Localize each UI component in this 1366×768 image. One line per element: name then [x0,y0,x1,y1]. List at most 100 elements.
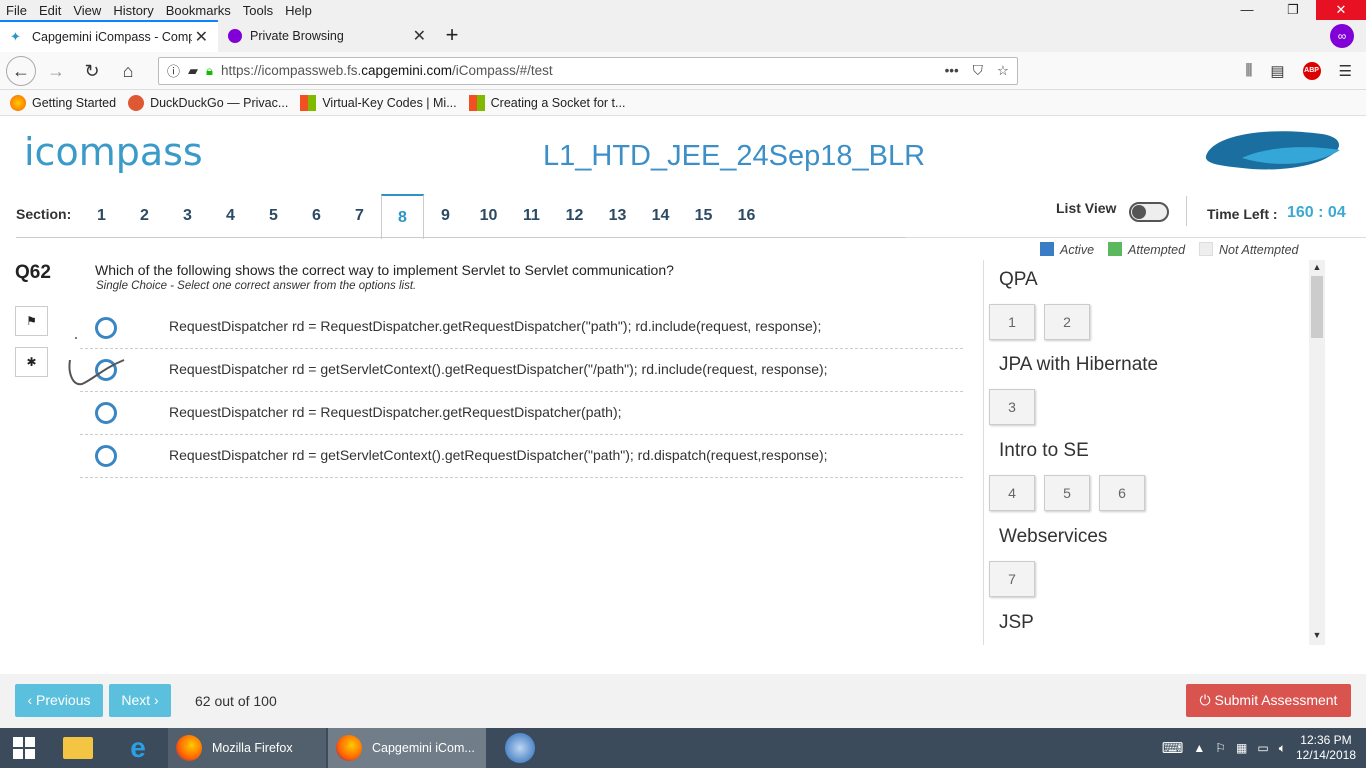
time-left-label: Time Left : [1207,206,1278,222]
menu-view[interactable]: View [67,3,107,18]
scroll-down-icon[interactable]: ▼ [1311,630,1323,640]
section-tab[interactable]: 9 [424,194,467,238]
question-button[interactable]: 6 [1099,475,1145,511]
menu-file[interactable]: File [0,3,33,18]
bookmark-creating-socket[interactable]: Creating a Socket for t... [468,94,625,111]
test-title: L1_HTD_JEE_24Sep18_BLR [543,140,926,172]
show-hidden-icons-icon[interactable]: ▲ [1193,741,1205,755]
reload-button[interactable]: ↻ [76,55,108,87]
back-button[interactable]: ← [6,55,36,86]
section-tab[interactable]: 12 [553,194,596,238]
section-tab[interactable]: 14 [639,194,682,238]
section-tab[interactable]: 7 [338,194,381,238]
taskbar-app-capgemini[interactable]: Capgemini iCom... [328,728,486,768]
palette-scrollbar[interactable]: ▲ ▼ [1309,260,1325,645]
thunderbird-icon[interactable] [488,728,552,768]
windows-start-icon[interactable] [0,728,48,768]
section-tab[interactable]: 2 [123,194,166,238]
legend: Active Attempted Not Attempted [1040,242,1298,257]
question-button[interactable]: 3 [989,389,1035,425]
not-attempted-swatch [1199,242,1214,256]
menu-help[interactable]: Help [279,3,318,18]
url-bar[interactable]: ⓘ ▰ 🔒︎ https://icompassweb.fs. capgemini.… [158,56,1018,85]
question-button[interactable]: 5 [1044,475,1090,511]
close-tab-icon[interactable]: ✕ [195,27,208,47]
close-tab-icon[interactable]: ✕ [413,26,426,46]
question-button[interactable]: 1 [989,304,1035,340]
maximize-button[interactable]: ❐ [1270,0,1316,20]
hamburger-menu-icon[interactable]: ☰ [1339,62,1352,80]
adblock-icon[interactable]: ABP [1302,61,1321,80]
icompass-logo: icompass [24,130,203,174]
taskbar-app-firefox[interactable]: Mozilla Firefox [168,728,326,768]
volume-muted-icon[interactable]: 🔈︎ [1279,741,1286,756]
menu-history[interactable]: History [107,3,159,18]
next-button[interactable]: Next › [109,684,171,717]
submit-assessment-button[interactable]: ⏻ Submit Assessment [1186,684,1351,717]
internet-explorer-icon[interactable]: e [108,728,168,768]
network-icon[interactable]: ▦ [1236,741,1247,755]
keyboard-icon[interactable]: ⌨ [1162,739,1184,757]
page-actions-icon[interactable]: ••• [945,63,959,79]
option-4[interactable]: RequestDispatcher rd = getServletContext… [80,435,963,478]
scroll-up-icon[interactable]: ▲ [1311,262,1323,272]
new-tab-button[interactable]: + [436,20,468,52]
section-tab[interactable]: 6 [295,194,338,238]
action-center-flag-icon[interactable]: ⚐ [1215,741,1226,755]
clock[interactable]: 12:36 PM 12/14/2018 [1296,733,1356,763]
info-icon[interactable]: ⓘ [167,61,180,80]
flag-button[interactable]: ⚑ [15,306,48,336]
pocket-icon[interactable]: ⛉ [973,63,983,79]
bookmark-virtual-key-codes[interactable]: Virtual-Key Codes | Mi... [300,94,457,111]
window-controls: — ❐ ✕ [1224,0,1366,20]
option-2[interactable]: RequestDispatcher rd = getServletContext… [80,349,963,392]
option-1[interactable]: RequestDispatcher rd = RequestDispatcher… [80,306,963,349]
section-tab[interactable]: 4 [209,194,252,238]
bookmark-duckduckgo[interactable]: DuckDuckGo — Privac... [128,94,288,111]
section-tab-active[interactable]: 8 [381,194,424,239]
list-view-toggle[interactable] [1129,202,1169,222]
minimize-button[interactable]: — [1224,0,1270,20]
section-bar: Section: 1 2 3 4 5 6 7 8 9 10 11 12 13 1… [0,194,1366,239]
group-title: Webservices [999,526,1108,547]
url-path: /iCompass/#/test [452,63,553,78]
display-icon[interactable]: ▭ [1257,741,1268,755]
file-explorer-icon[interactable] [48,728,108,768]
section-tab[interactable]: 11 [510,194,553,238]
section-tab[interactable]: 1 [80,194,123,238]
close-window-button[interactable]: ✕ [1316,0,1366,20]
question-button[interactable]: 4 [989,475,1035,511]
section-tab[interactable]: 16 [725,194,768,238]
menu-edit[interactable]: Edit [33,3,67,18]
section-tab[interactable]: 5 [252,194,295,238]
home-button[interactable]: ⌂ [112,55,144,87]
menu-bar: File Edit View History Bookmarks Tools H… [0,0,1366,20]
question-text: Which of the following shows the correct… [95,262,674,278]
forward-button[interactable]: → [40,55,72,87]
tab-capgemini[interactable]: ✦ Capgemini iCompass - Compe ✕ [0,20,218,52]
bookmark-getting-started[interactable]: Getting Started [10,94,116,111]
windows-taskbar: e Mozilla Firefox Capgemini iCom... ⌨ ▲ … [0,728,1366,768]
previous-button[interactable]: ‹ Previous [15,684,103,717]
menu-tools[interactable]: Tools [237,3,279,18]
option-text: RequestDispatcher rd = getServletContext… [169,447,828,463]
library-icon[interactable]: ⫼ [1245,62,1252,79]
question-button[interactable]: 7 [989,561,1035,597]
section-tab[interactable]: 15 [682,194,725,238]
bookmark-star-icon[interactable]: ☆ [997,63,1009,79]
scroll-thumb[interactable] [1311,276,1323,338]
section-tab[interactable]: 10 [467,194,510,238]
question-button[interactable]: 2 [1044,304,1090,340]
microsoft-icon [300,94,317,111]
tab-private-browsing[interactable]: Private Browsing ✕ [218,20,436,52]
menu-bookmarks[interactable]: Bookmarks [160,3,237,18]
option-radio[interactable] [95,402,117,424]
report-bug-button[interactable]: ✱ [15,347,48,377]
active-swatch [1040,242,1054,256]
sidebar-icon[interactable]: ▤ [1270,62,1284,80]
option-radio[interactable] [95,445,117,467]
section-tab[interactable]: 3 [166,194,209,238]
section-tab[interactable]: 13 [596,194,639,238]
option-3[interactable]: RequestDispatcher rd = RequestDispatcher… [80,392,963,435]
question-palette: QPA 1 2 JPA with Hibernate 3 Intro to SE… [983,260,1325,645]
